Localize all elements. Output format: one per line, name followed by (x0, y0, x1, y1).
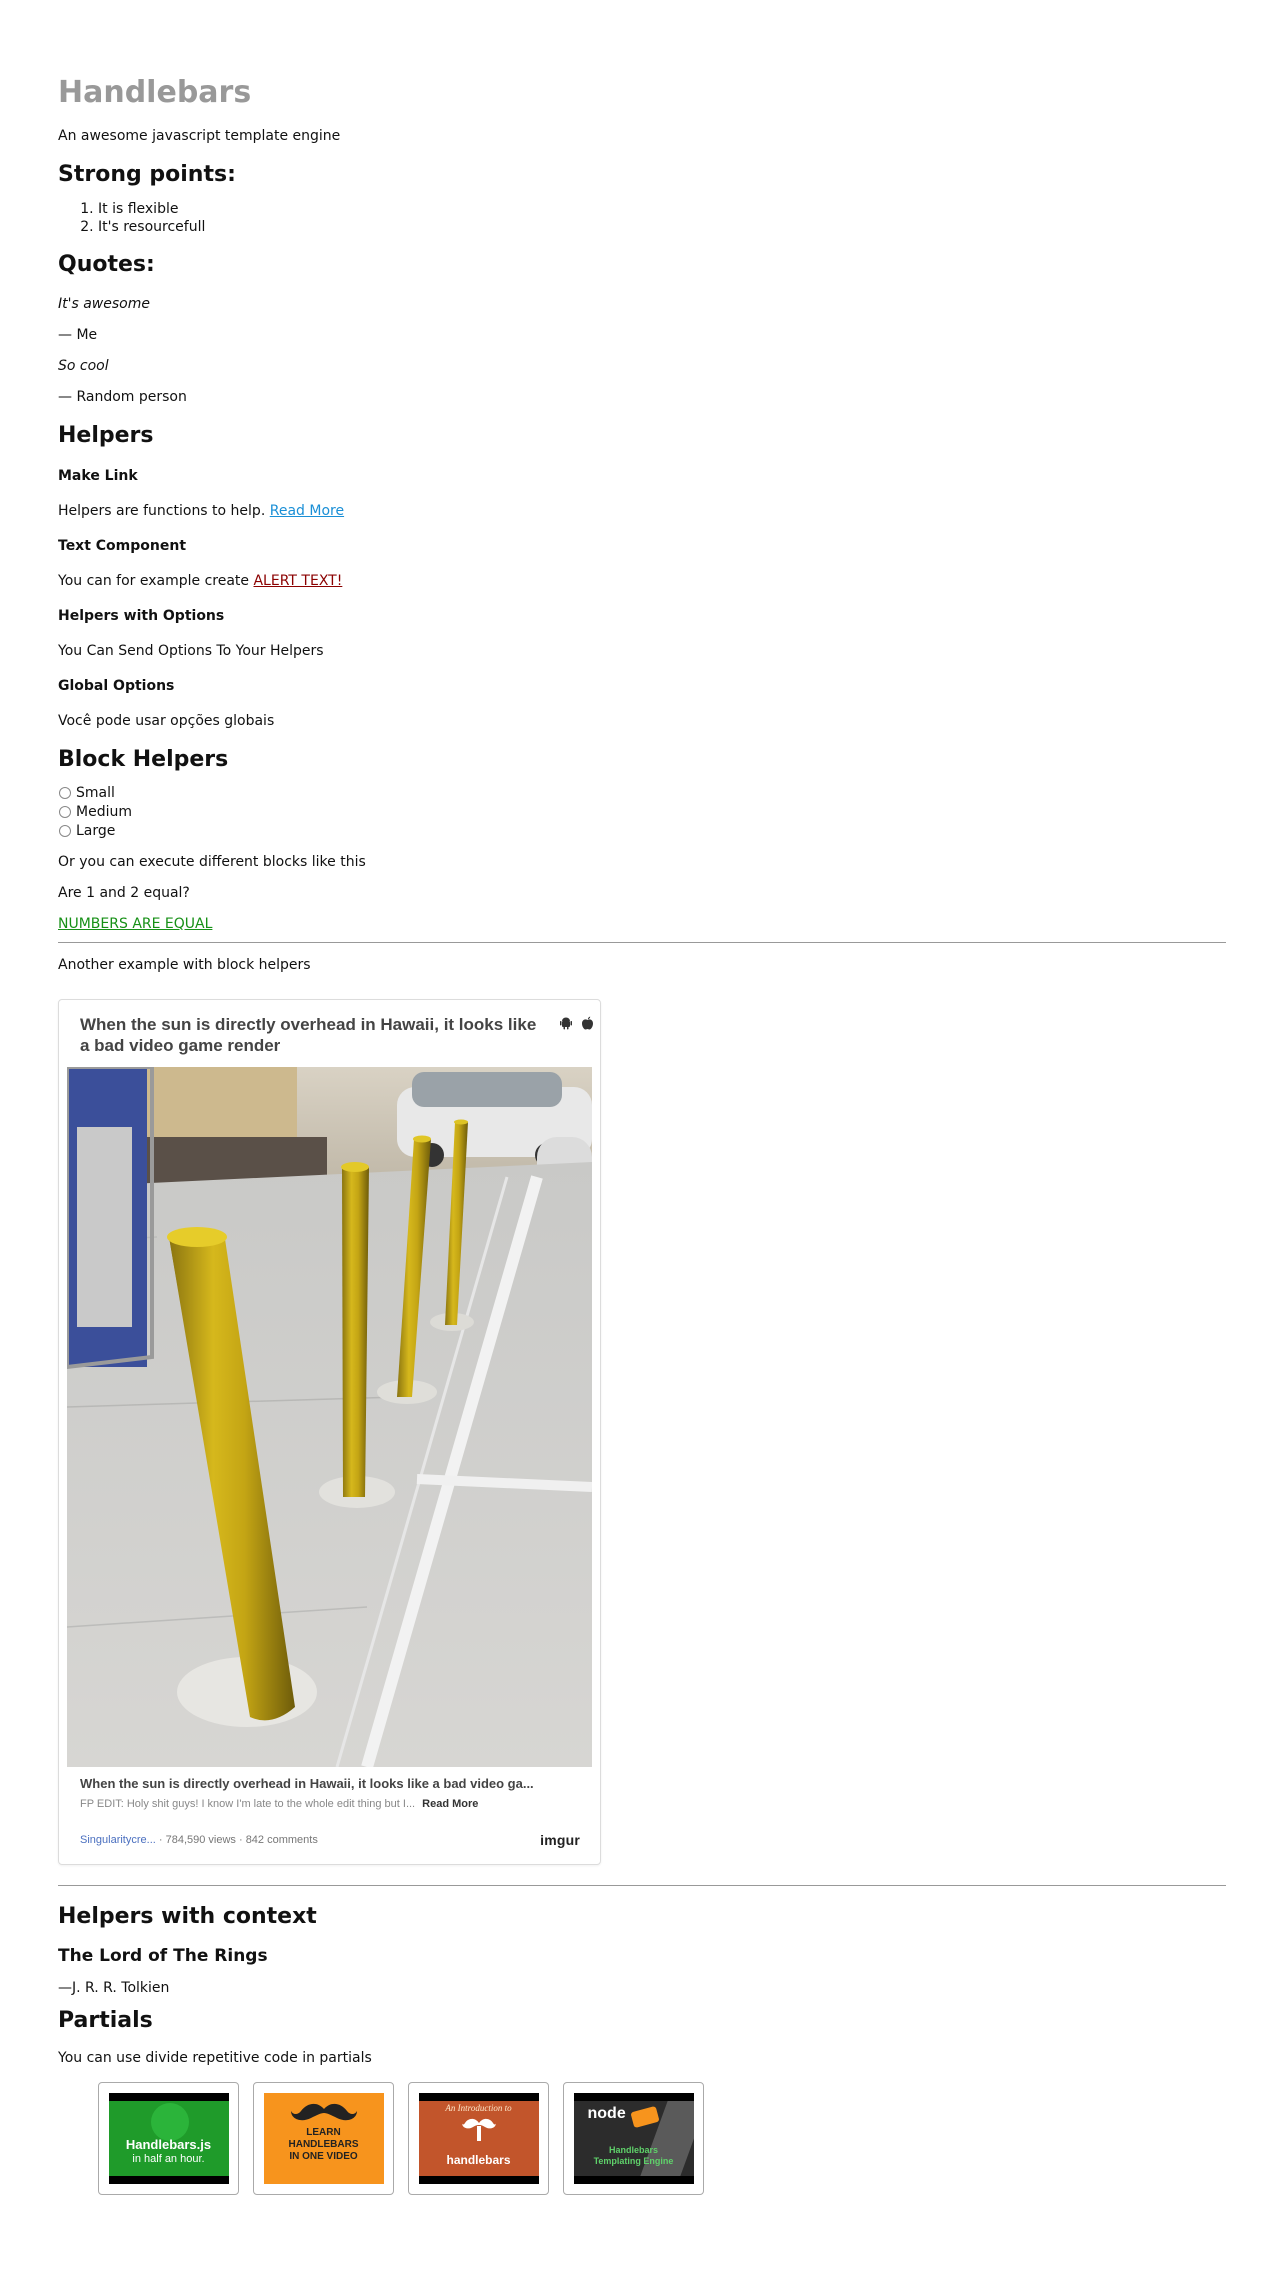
thumbnail-line: LEARN (306, 2127, 341, 2138)
book-title: The Lord of The Rings (58, 1946, 268, 1966)
strong-points-heading: Strong points: (58, 162, 236, 187)
quote-text: It's awesome (58, 296, 150, 312)
imgur-logo[interactable]: imgur (540, 1832, 580, 1848)
page-subtitle: An awesome javascript template engine (58, 128, 341, 144)
alert-text: ALERT TEXT! (253, 573, 343, 589)
thumbnail-line: Handlebars (608, 2145, 659, 2155)
page-title: Handlebars (58, 75, 252, 110)
imgur-meta: Singularitycre... · 784,590 views · 842 … (80, 1834, 318, 1846)
thumbnail-image: node Handlebars Templating Engine (573, 2093, 694, 2184)
android-icon[interactable] (559, 1016, 573, 1033)
radio-label: Small (76, 784, 115, 801)
numbers-equal-text: NUMBERS ARE EQUAL (58, 916, 213, 932)
thumbnail-line: IN ONE VIDEO (289, 2151, 358, 2162)
radio-button[interactable] (59, 786, 71, 799)
radio-option-large[interactable]: Large (58, 821, 1226, 840)
helpers-context-heading: Helpers with context (58, 1904, 317, 1929)
imgur-stats: · 784,590 views · 842 comments (158, 1834, 318, 1846)
thumbnail-line: HANDLEBARS (288, 2139, 359, 2150)
list-item: It's resourcefull (98, 218, 1226, 236)
mustache-icon (461, 2118, 496, 2141)
list-item: It is flexible (98, 200, 1226, 218)
thumbnail-line: An Introduction to (445, 2103, 512, 2113)
another-example-text: Another example with block helpers (58, 957, 311, 973)
radio-option-medium[interactable]: Medium (58, 802, 1226, 821)
imgur-description: FP EDIT: Holy shit guys! I know I'm late… (80, 1798, 478, 1810)
global-options-heading: Global Options (58, 678, 175, 694)
thumbnail-line: in half an hour. (132, 2153, 205, 2165)
quote-author: — Me (58, 327, 98, 343)
strong-points-list: It is flexible It's resourcefull (58, 200, 1226, 236)
radio-label: Large (76, 822, 116, 839)
quotes-heading: Quotes: (58, 252, 155, 277)
helpers-options-text: You Can Send Options To Your Helpers (58, 643, 324, 659)
mustache-icon (290, 2103, 357, 2121)
read-more-link[interactable]: Read More (270, 503, 344, 519)
partials-thumbnail-list: Handlebars.js in half an hour. LEARN HAN… (98, 2082, 1226, 2195)
global-options-text: Você pode usar opções globais (58, 713, 275, 729)
thumbnail-line: Handlebars.js (125, 2137, 212, 2152)
text-component-text: You can for example create (58, 573, 250, 589)
radio-label: Medium (76, 803, 132, 820)
imgur-description-text: FP EDIT: Holy shit guys! I know I'm late… (80, 1798, 416, 1810)
imgur-embed-card[interactable]: When the sun is directly overhead in Haw… (58, 999, 601, 1865)
imgur-author-link[interactable]: Singularitycre... (80, 1834, 156, 1846)
helpers-options-heading: Helpers with Options (58, 608, 225, 624)
video-thumbnail[interactable]: An Introduction to handlebars (408, 2082, 549, 2195)
platform-icons (559, 1016, 594, 1033)
video-thumbnail[interactable]: LEARN HANDLEBARS IN ONE VIDEO (253, 2082, 394, 2195)
text-component-heading: Text Component (58, 538, 187, 554)
imgur-caption[interactable]: When the sun is directly overhead in Haw… (80, 1776, 590, 1791)
partials-heading: Partials (58, 2008, 153, 2033)
equal-result: NUMBERS ARE EQUAL (58, 914, 1226, 934)
size-radio-group: Small Medium Large (58, 783, 1226, 840)
radio-button[interactable] (59, 805, 71, 818)
thumbnail-line: node (587, 2105, 626, 2122)
book-author: —J. R. R. Tolkien (58, 1980, 170, 1996)
video-thumbnail[interactable]: node Handlebars Templating Engine (563, 2082, 704, 2195)
radio-button[interactable] (59, 824, 71, 837)
page-content: Handlebars An awesome javascript templat… (58, 72, 1226, 2195)
imgur-post-image[interactable] (67, 1067, 592, 1767)
blocks-text: Or you can execute different blocks like… (58, 854, 366, 870)
thumbnail-line: handlebars (446, 2153, 511, 2167)
quote-text: So cool (58, 358, 109, 374)
text-component-paragraph: You can for example create ALERT TEXT! (58, 571, 1226, 591)
section-divider (58, 1885, 1226, 1886)
section-divider (58, 942, 1226, 943)
partials-text: You can use divide repetitive code in pa… (58, 2050, 372, 2066)
thumbnail-image: LEARN HANDLEBARS IN ONE VIDEO (263, 2093, 384, 2184)
thumbnail-image: An Introduction to handlebars (418, 2093, 539, 2184)
video-thumbnail[interactable]: Handlebars.js in half an hour. (98, 2082, 239, 2195)
radio-option-small[interactable]: Small (58, 783, 1226, 802)
make-link-text: Helpers are functions to help. (58, 503, 266, 519)
helpers-heading: Helpers (58, 423, 154, 448)
imgur-read-more-link[interactable]: Read More (422, 1798, 478, 1810)
equal-question: Are 1 and 2 equal? (58, 885, 190, 901)
apple-icon[interactable] (581, 1016, 594, 1033)
block-helpers-heading: Block Helpers (58, 747, 229, 772)
imgur-post-title[interactable]: When the sun is directly overhead in Haw… (80, 1014, 540, 1056)
make-link-heading: Make Link (58, 468, 138, 484)
thumbnail-image: Handlebars.js in half an hour. (108, 2093, 229, 2184)
thumbnail-line: Templating Engine (593, 2156, 674, 2166)
quote-author: — Random person (58, 389, 187, 405)
make-link-paragraph: Helpers are functions to help. Read More (58, 501, 1226, 521)
